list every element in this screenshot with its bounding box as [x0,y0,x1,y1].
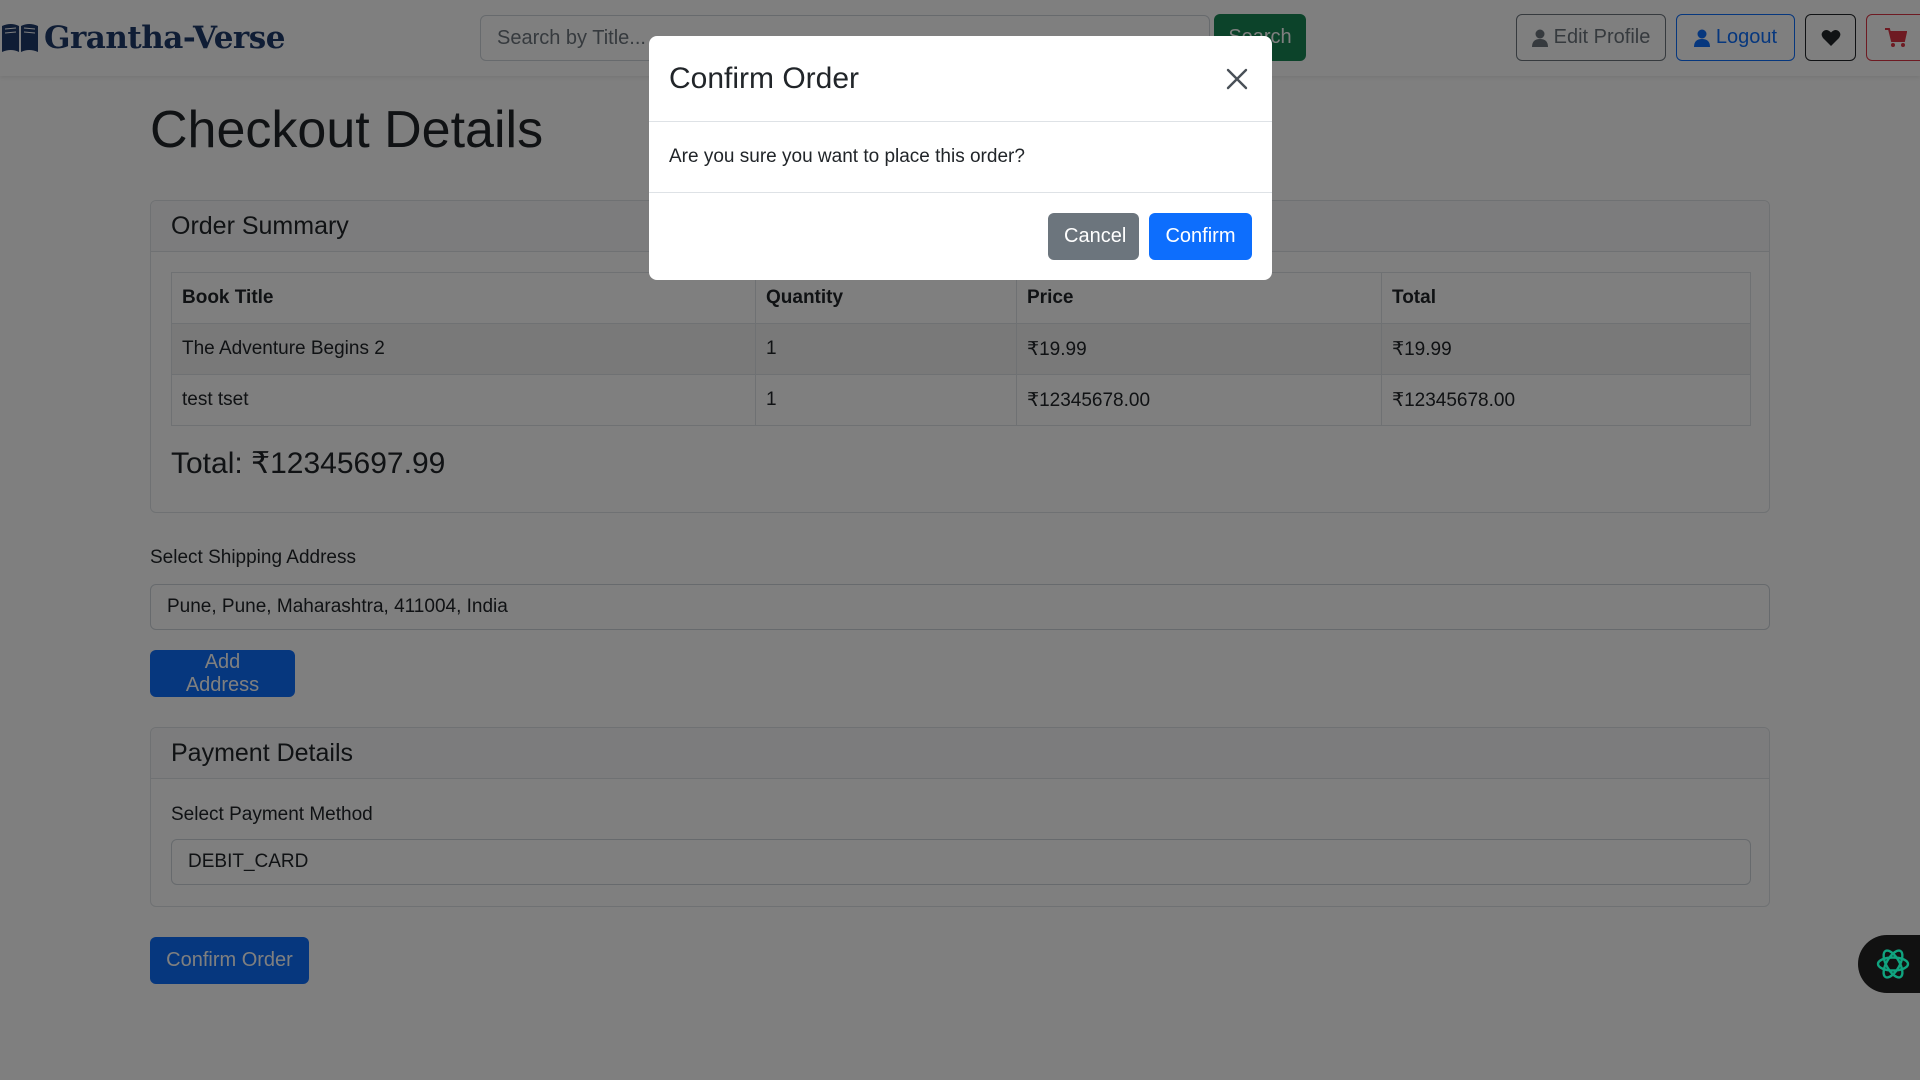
confirm-button[interactable]: Confirm [1149,213,1252,260]
modal-message: Are you sure you want to place this orde… [669,146,1025,167]
modal-close-button[interactable] [1222,64,1252,94]
modal-footer: Cancel Confirm [649,193,1272,280]
close-icon [1226,68,1248,89]
assistant-launcher-button[interactable] [1858,935,1920,993]
confirm-order-modal: Confirm Order Are you sure you want to p… [649,36,1272,280]
modal-title: Confirm Order [669,61,860,95]
assistant-knot-icon [1876,949,1910,979]
modal-body: Are you sure you want to place this orde… [649,122,1272,193]
modal-header: Confirm Order [649,36,1272,122]
cancel-button[interactable]: Cancel [1048,213,1139,260]
